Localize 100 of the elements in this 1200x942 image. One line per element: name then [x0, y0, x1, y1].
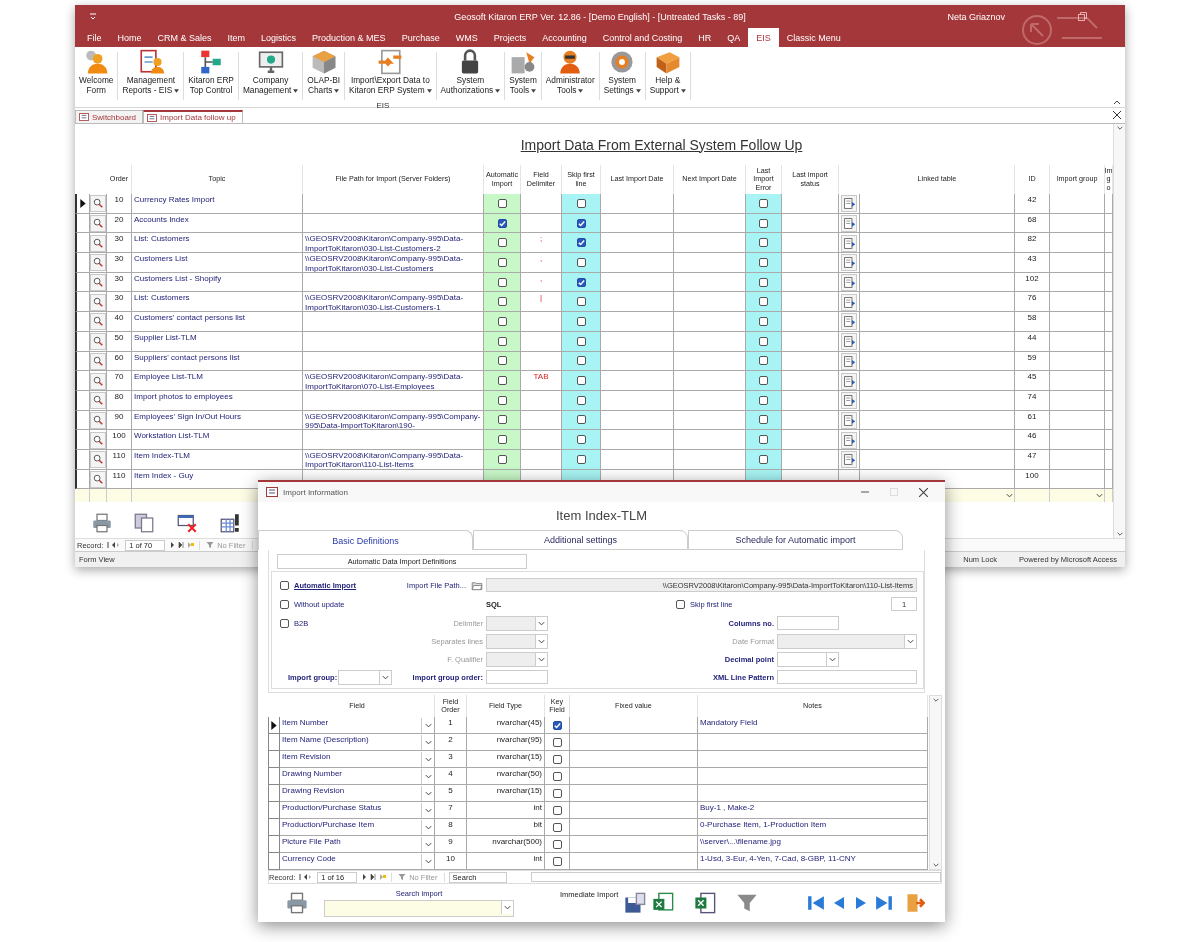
dropdown-field[interactable] [338, 669, 392, 685]
checkbox[interactable] [576, 415, 586, 425]
search-button[interactable] [90, 313, 106, 331]
checkbox[interactable] [759, 435, 768, 445]
search-button[interactable] [90, 392, 106, 410]
checkbox[interactable] [552, 788, 562, 798]
menu-tab[interactable]: QA [719, 28, 749, 47]
row-selector[interactable] [268, 717, 280, 734]
open-record-button[interactable] [841, 411, 857, 429]
open-record-button[interactable] [841, 234, 857, 252]
open-record-button[interactable] [841, 431, 857, 449]
checkbox[interactable] [497, 238, 507, 248]
checkbox[interactable] [676, 599, 685, 609]
checkbox[interactable] [576, 297, 586, 307]
input-field[interactable] [486, 670, 548, 684]
ribbon-button[interactable]: Help & Support [645, 49, 690, 95]
checkbox[interactable] [759, 376, 768, 386]
copy-button[interactable] [134, 513, 154, 533]
checkbox[interactable] [497, 297, 507, 307]
checkbox[interactable] [759, 257, 768, 267]
open-record-button[interactable] [841, 392, 857, 410]
browse-button[interactable] [471, 579, 483, 591]
search-button[interactable] [90, 470, 106, 488]
document-tab[interactable]: Switchboard [75, 110, 144, 123]
ribbon-button[interactable]: Administrator Tools [541, 49, 599, 95]
document-tab[interactable]: Import Data follow up [143, 110, 243, 123]
print-button[interactable] [286, 892, 308, 914]
checkbox[interactable] [576, 454, 586, 464]
save-import-button[interactable] [624, 892, 647, 914]
search-button[interactable] [90, 293, 106, 311]
checkbox[interactable] [759, 336, 768, 346]
exit-button[interactable] [905, 893, 925, 913]
checkbox[interactable] [497, 218, 507, 228]
ribbon-button[interactable]: System Tools [505, 49, 541, 95]
checkbox[interactable] [497, 415, 507, 425]
menu-tab[interactable]: CRM & Sales [149, 28, 220, 47]
row-selector[interactable] [75, 371, 90, 391]
row-selector[interactable] [75, 194, 90, 214]
field-dropdown[interactable]: Drawing Revision [280, 785, 435, 802]
open-record-button[interactable] [841, 333, 857, 351]
checkbox[interactable] [576, 336, 586, 346]
checkbox[interactable] [497, 454, 507, 464]
checkbox[interactable] [759, 395, 768, 405]
print-button[interactable] [92, 513, 112, 533]
checkbox[interactable] [497, 257, 507, 267]
search-button[interactable] [90, 215, 106, 233]
row-selector[interactable] [75, 430, 90, 450]
ribbon-button[interactable]: System Settings [599, 49, 645, 95]
table-alert-button[interactable] [220, 513, 240, 533]
search-button[interactable] [90, 333, 106, 351]
menu-tab[interactable]: Control and Costing [594, 28, 691, 47]
checkbox[interactable] [576, 238, 586, 248]
checkbox[interactable] [552, 754, 562, 764]
collapse-ribbon-icon[interactable] [1113, 99, 1121, 105]
menu-tab[interactable]: Accounting [534, 28, 595, 47]
checkbox[interactable] [497, 356, 507, 366]
last-record-button[interactable] [875, 894, 893, 912]
dropdown-field[interactable] [324, 900, 514, 917]
checkbox[interactable] [552, 856, 562, 866]
checkbox[interactable] [576, 376, 586, 386]
scrollbar[interactable] [1113, 124, 1125, 538]
checkbox[interactable] [759, 277, 768, 287]
search-button[interactable] [90, 411, 106, 429]
ribbon-button[interactable]: Management Reports - EIS [118, 49, 184, 95]
tab[interactable]: Basic Definitions [258, 530, 473, 550]
menu-tab[interactable]: Logistics [253, 28, 305, 47]
checkbox[interactable] [552, 822, 562, 832]
checkbox[interactable] [497, 198, 507, 208]
first-record-button[interactable] [807, 894, 825, 912]
checkbox[interactable] [497, 395, 507, 405]
search-button[interactable] [90, 372, 106, 390]
checkbox[interactable] [576, 316, 586, 326]
scrollbar[interactable] [531, 872, 941, 882]
row-selector[interactable] [75, 292, 90, 313]
ribbon-button[interactable]: Company Management [238, 49, 303, 95]
checkbox[interactable] [552, 839, 562, 849]
record-navigation-icon[interactable] [361, 873, 388, 881]
checkbox[interactable] [552, 720, 562, 730]
filter-button[interactable] [736, 892, 759, 914]
ribbon-button[interactable]: OLAP-BI Charts [303, 49, 345, 95]
menu-tab[interactable]: File [79, 28, 110, 47]
field-dropdown[interactable]: Production/Purchase Status [280, 802, 435, 819]
field-dropdown[interactable]: Picture File Path [280, 836, 435, 853]
scrollbar[interactable] [929, 695, 942, 870]
checkbox[interactable] [576, 277, 586, 287]
checkbox[interactable] [759, 454, 768, 464]
checkbox[interactable] [576, 435, 586, 445]
checkbox[interactable] [759, 238, 768, 248]
checkbox[interactable] [497, 316, 507, 326]
record-navigation-icon[interactable] [299, 873, 314, 881]
open-record-button[interactable] [841, 352, 857, 370]
dropdown-field[interactable] [486, 615, 548, 631]
field-dropdown[interactable]: Item Revision [280, 751, 435, 768]
menu-tab[interactable]: HR [690, 28, 720, 47]
dropdown-field[interactable] [486, 651, 548, 667]
open-record-button[interactable] [841, 313, 857, 331]
input-field[interactable] [777, 670, 917, 684]
menu-tab[interactable]: Classic Menu [778, 28, 849, 47]
open-record-button[interactable] [841, 451, 857, 469]
menu-tab[interactable]: EIS [748, 28, 779, 47]
